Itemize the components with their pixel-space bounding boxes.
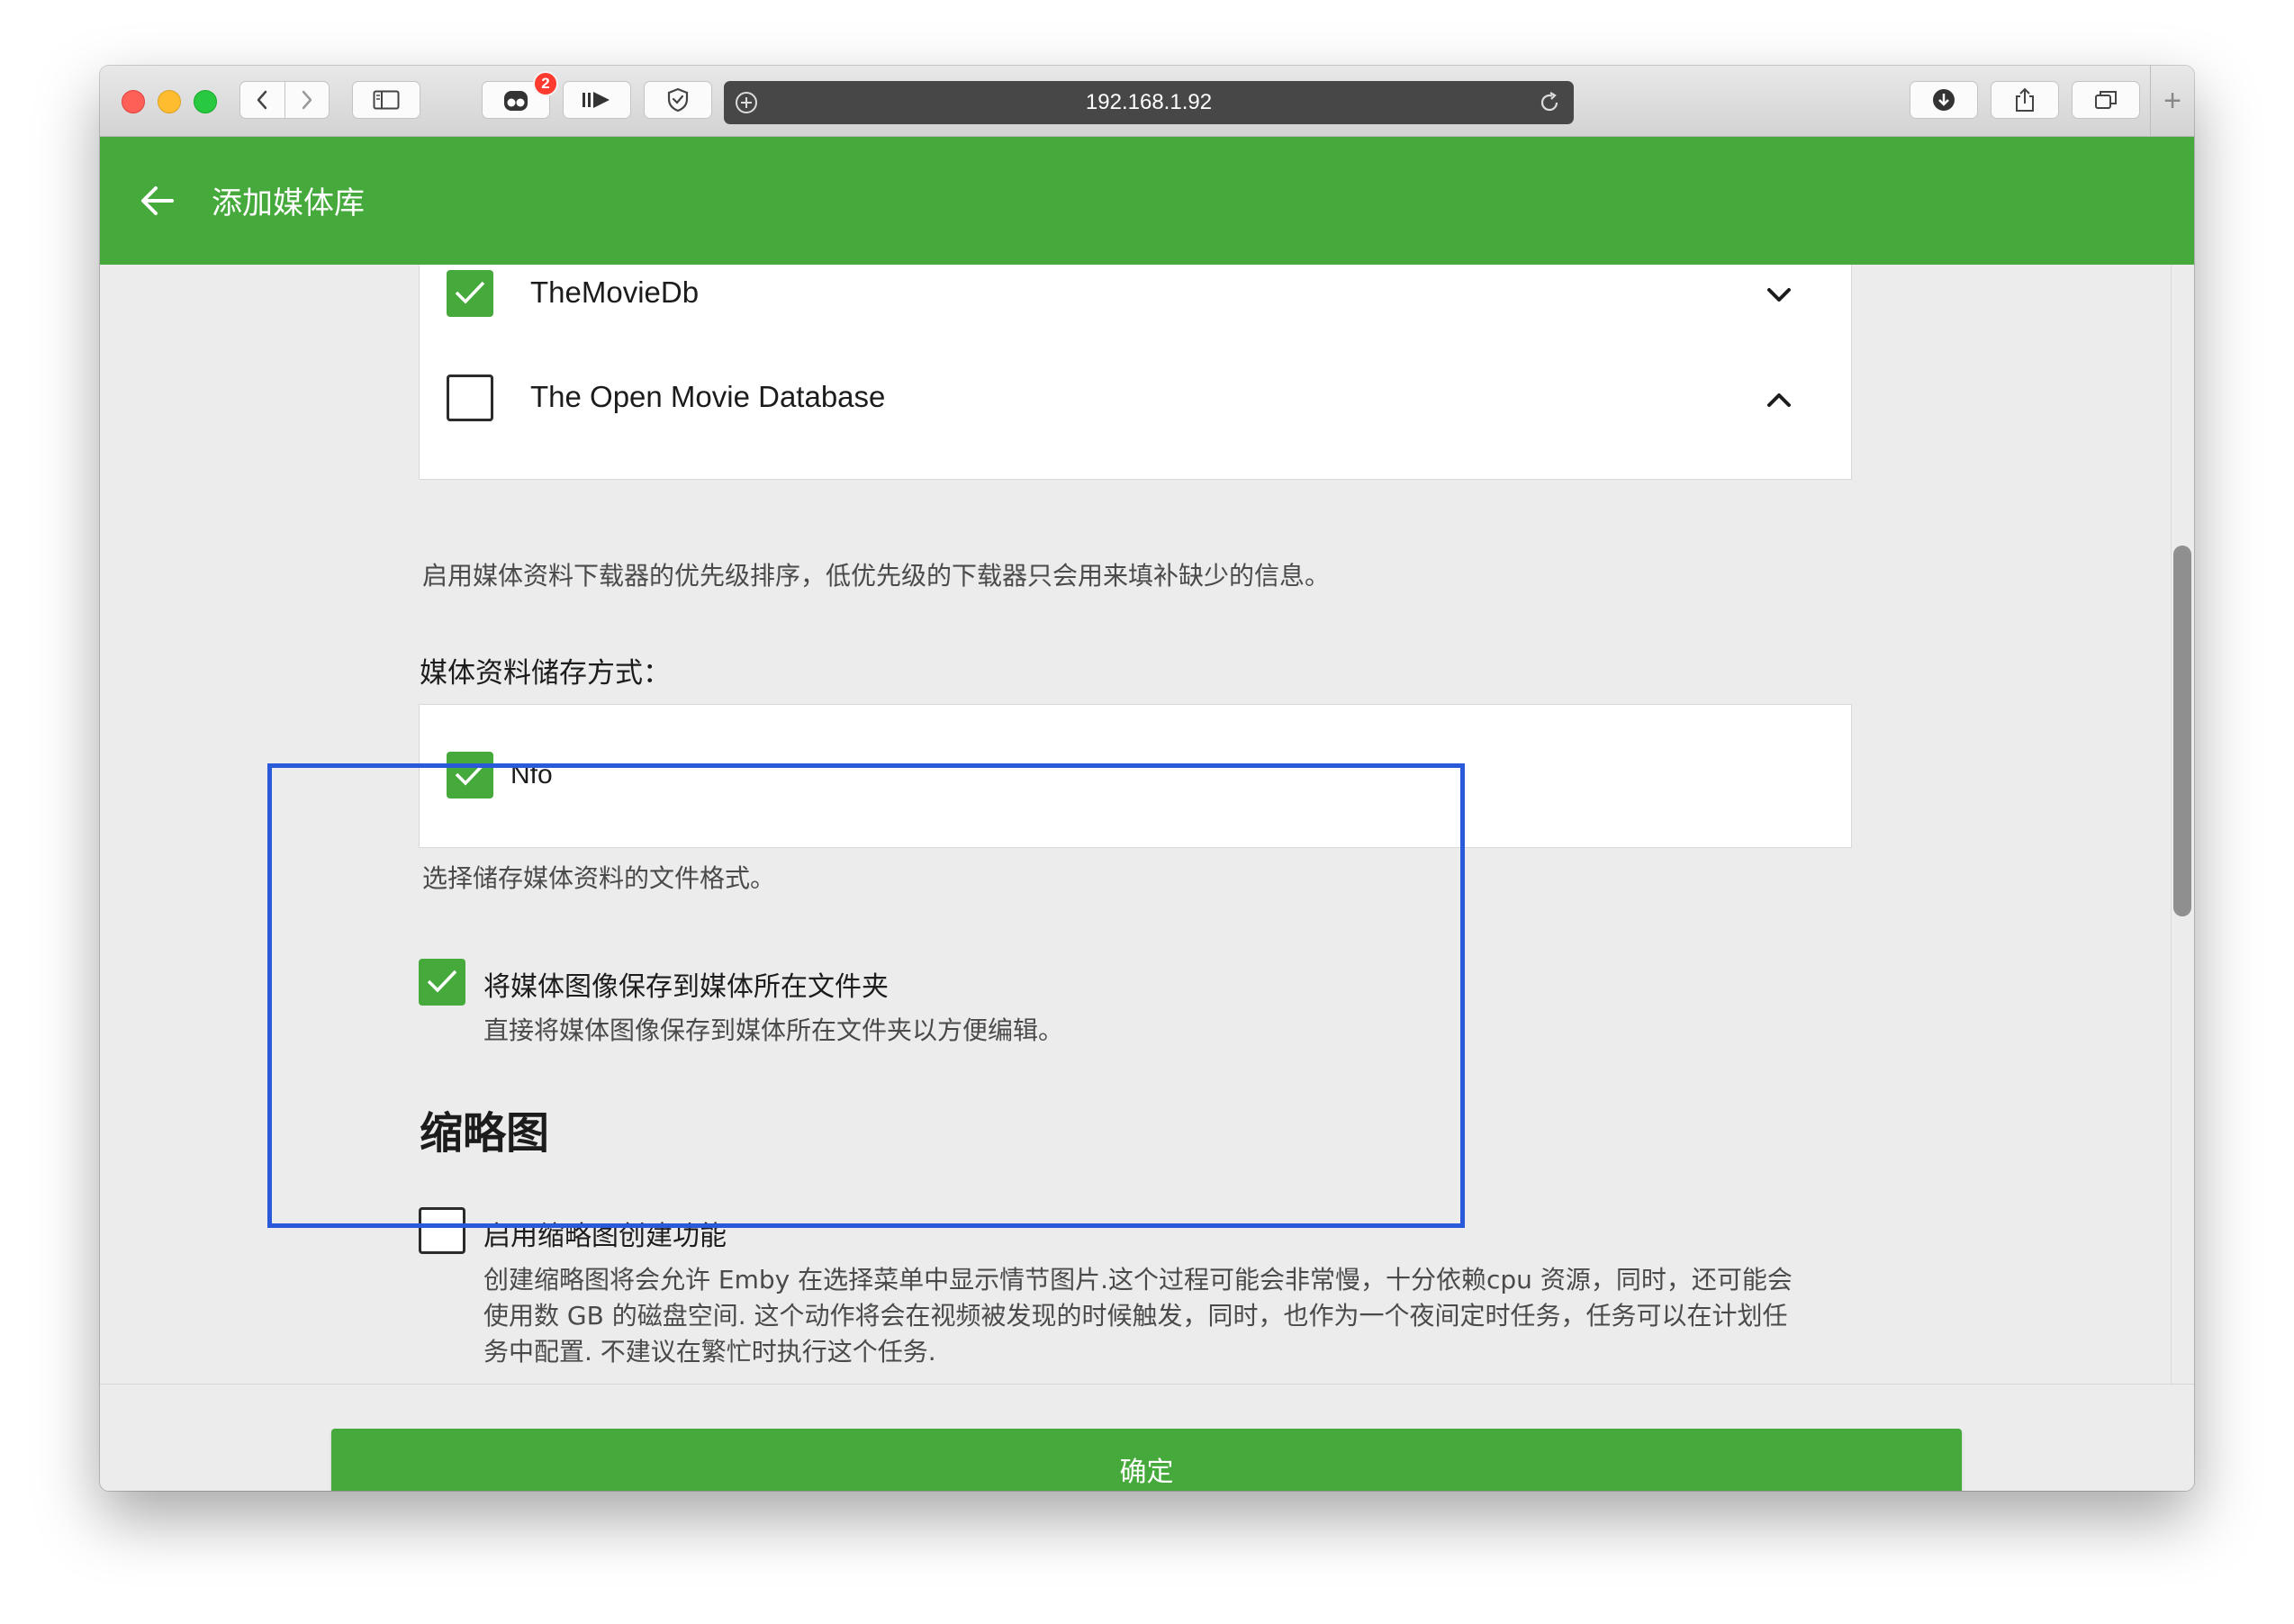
downloader-checkbox-themoviedb[interactable] [447,270,493,317]
check-icon [455,762,485,786]
sidebar-toggle-button[interactable] [352,81,420,119]
footer-bar: 确定 [100,1384,2194,1491]
back-arrow-icon[interactable] [140,185,176,217]
chevron-right-icon [302,90,312,110]
downloader-label-omdb: The Open Movie Database [530,380,886,413]
downloaders-help-text: 启用媒体资料下载器的优先级排序，低优先级的下载器只会用来填补缺少的信息。 [422,561,1331,591]
address-text: 192.168.1.92 [1085,90,1213,114]
savers-help-text: 选择储存媒体资料的文件格式。 [422,863,776,893]
privacy-shield-button[interactable] [644,81,712,119]
close-window-button[interactable] [122,90,145,113]
back-nav-button[interactable] [240,82,285,118]
app-header: 添加媒体库 [100,137,2194,265]
save-artwork-help-text: 直接将媒体图像保存到媒体所在文件夹以方便编辑。 [483,1015,1064,1045]
page-title: 添加媒体库 [212,185,365,221]
chevron-up-icon[interactable] [1766,391,1793,409]
thumbnails-help-line-1: 创建缩略图将会允许 Emby 在选择菜单中显示情节图片.这个过程可能会非常慢，十… [483,1265,1793,1295]
minimize-window-button[interactable] [158,90,181,113]
thumbnails-label: 启用缩略图创建功能 [483,1221,727,1252]
add-bookmark-icon[interactable] [735,91,758,114]
saver-checkbox-nfo[interactable] [447,752,493,798]
settings-content: TheMovieDb The Open Movie Database 启用媒体资… [100,265,2171,1384]
downloader-checkbox-omdb[interactable] [447,374,493,421]
metadata-savers-label: 媒体资料储存方式： [420,657,671,690]
share-icon [2016,87,2034,112]
reload-icon[interactable] [1538,91,1561,114]
tab-overview-button[interactable] [2072,81,2140,119]
save-artwork-checkbox[interactable] [419,959,465,1006]
save-artwork-label: 将媒体图像保存到媒体所在文件夹 [483,971,889,1003]
downloads-button[interactable] [1910,81,1978,119]
extension-button[interactable]: 2 [482,71,558,119]
metadata-downloaders-panel: TheMovieDb The Open Movie Database [419,265,1852,480]
forward-nav-button[interactable] [285,82,330,118]
plus-icon: + [2163,83,2181,118]
play-forward-icon [583,92,610,108]
browser-toolbar: 2 192.168.1.92 + [100,66,2194,137]
thumbnails-heading: 缩略图 [420,1108,550,1159]
browser-window: 2 192.168.1.92 + 添加媒体库 TheMovieDb The Op… [100,66,2194,1491]
thumbnails-help-line-3: 务中配置. 不建议在繁忙时执行这个任务. [483,1337,936,1367]
thumbnails-checkbox[interactable] [419,1207,465,1254]
sidebar-icon [373,90,400,110]
scrollbar-thumb[interactable] [2173,546,2191,916]
address-bar[interactable]: 192.168.1.92 [724,81,1574,124]
share-button[interactable] [1991,81,2059,119]
tabs-icon [2095,91,2117,109]
ghost-extension-icon [504,91,528,111]
shield-icon [667,87,689,113]
history-nav [239,81,330,119]
zoom-window-button[interactable] [194,90,217,113]
chevron-down-icon[interactable] [1766,286,1793,304]
metadata-savers-panel: Nfo [419,704,1852,848]
downloader-label-themoviedb: TheMovieDb [530,275,700,309]
check-icon [455,281,485,304]
thumbnails-help-line-2: 使用数 GB 的磁盘空间. 这个动作将会在视频被发现的时候触发，同时，也作为一个… [483,1301,1788,1331]
check-icon [427,970,457,993]
reader-button[interactable] [563,81,631,119]
download-icon [1933,89,1955,111]
notification-badge: 2 [533,71,558,96]
saver-label-nfo: Nfo [510,760,553,789]
new-tab-button[interactable]: + [2150,66,2194,136]
chevron-left-icon [257,90,267,110]
confirm-button[interactable]: 确定 [331,1429,1962,1491]
